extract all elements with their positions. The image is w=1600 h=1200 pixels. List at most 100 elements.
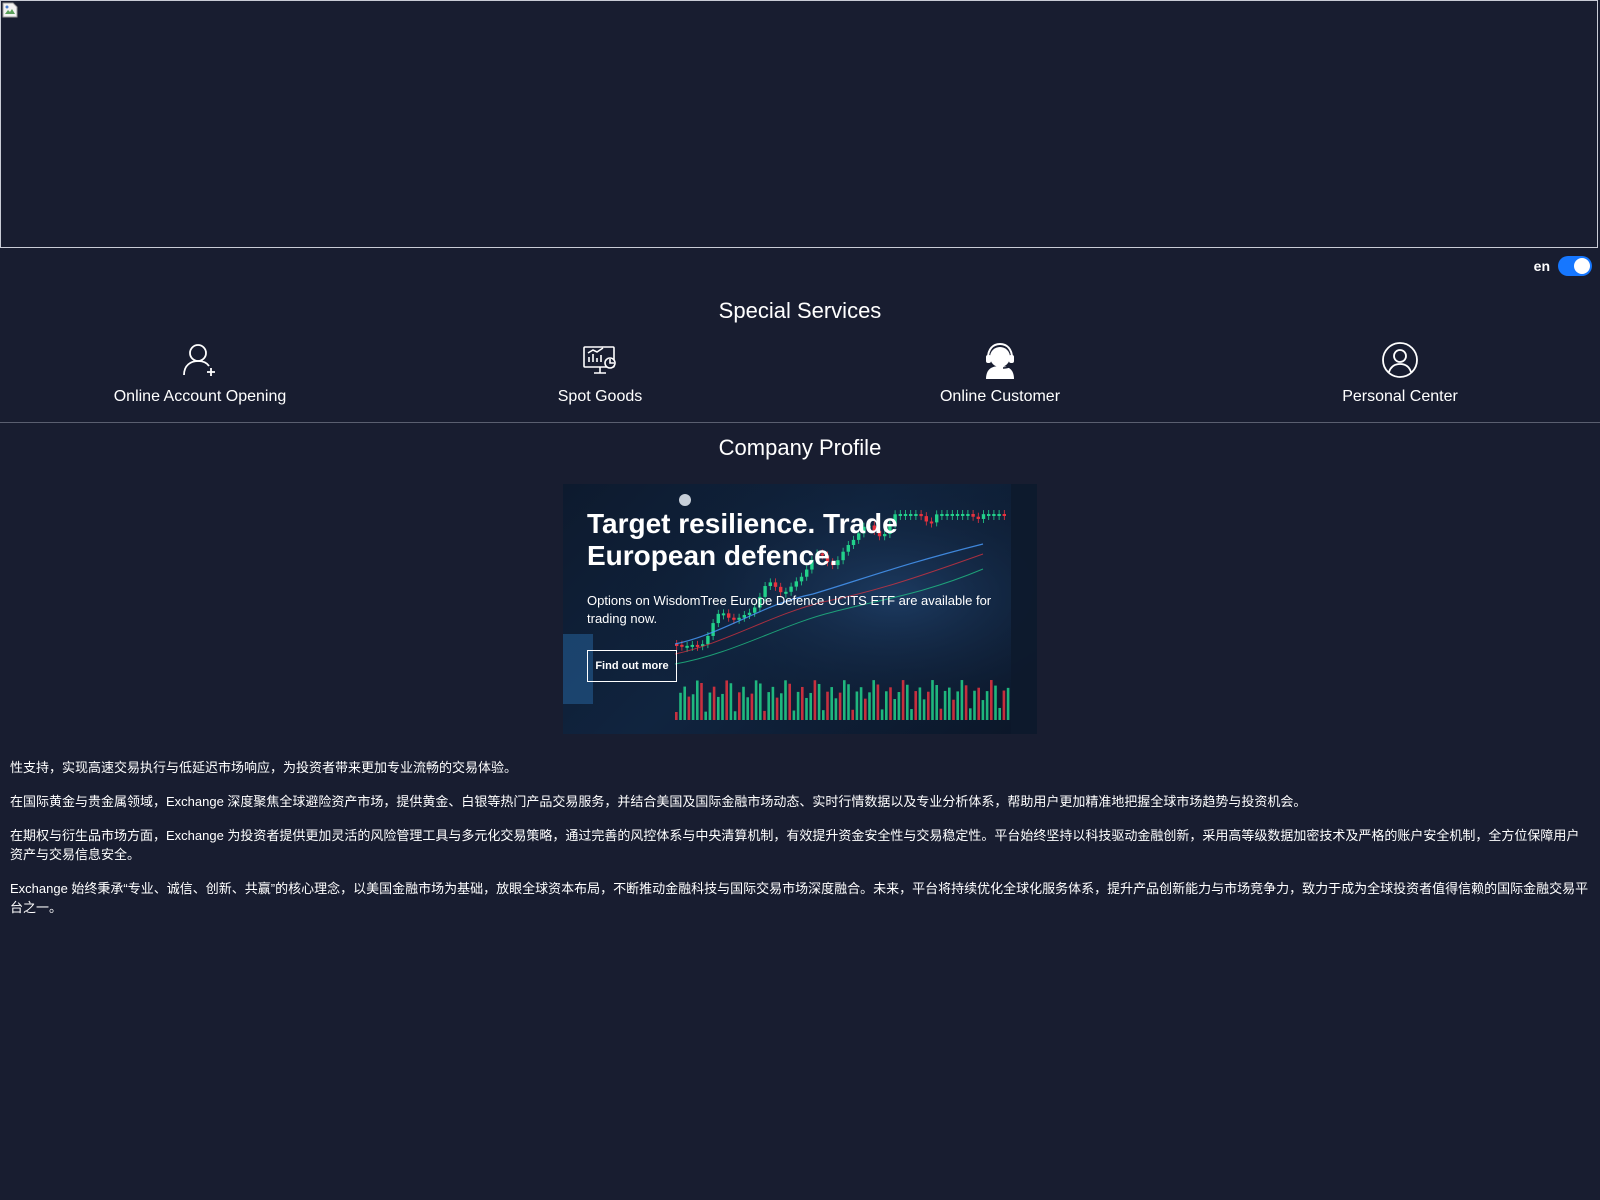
volume-bar [822,710,825,720]
volume-bar [948,687,951,720]
volume-bar [922,699,926,720]
language-label: en [1533,258,1550,274]
volume-bar [771,686,775,720]
volume-bar [985,691,989,720]
volume-bar [843,680,846,720]
chart-monitor-icon [580,340,620,380]
volume-bar [746,697,749,720]
find-out-more-button[interactable]: Find out more [587,650,677,682]
promo-subtext: Options on WisdomTree Europe Defence UCI… [587,593,992,626]
service-personal-center[interactable]: Personal Center [1200,340,1600,406]
service-online-account-opening[interactable]: Online Account Opening [0,340,400,406]
volume-bar [973,690,976,720]
volume-bar [717,696,720,720]
volume-bar [826,691,829,720]
volume-bar [1006,687,1010,720]
service-spot-goods[interactable]: Spot Goods [400,340,800,406]
volume-bar [834,698,838,720]
volume-bar [847,684,850,720]
volume-bar [910,709,913,720]
volume-bar [801,686,804,720]
volume-bar [704,711,707,720]
volume-bar [750,693,754,720]
volume-bar [675,712,678,720]
service-label: Personal Center [1342,388,1458,405]
promo-banner[interactable]: Target resilience. Trade European defenc… [563,484,1037,734]
volume-bar [927,691,930,720]
volume-bar [775,697,779,720]
volume-bar [956,691,959,720]
volume-bar [679,692,682,720]
volume-bar [838,692,842,720]
volume-bar [700,682,703,720]
volume-bar [939,708,943,720]
profile-paragraph: 在期权与衍生品市场方面，Exchange 为投资者提供更加灵活的风险管理工具与多… [10,828,1580,862]
volume-bar [708,692,712,720]
volume-bar [712,686,716,720]
volume-bar [969,708,972,720]
volume-bar [729,683,733,720]
volume-bar [918,687,922,720]
user-circle-icon [1380,340,1420,380]
volume-bar [864,698,867,720]
promo-headline: Target resilience. Trade European defenc… [587,508,898,571]
volume-bar [977,687,980,720]
volume-bar [780,693,783,720]
volume-bar [872,680,875,720]
service-label: Online Customer [939,388,1061,405]
profile-paragraph: Exchange 始终秉承“专业、诚信、创新、共赢”的核心理念，以美国金融市场为… [10,881,1589,915]
volume-bar [855,691,859,720]
volume-bar [805,697,808,720]
volume-bar [943,690,947,720]
volume-bar [691,694,695,720]
volume-bar [990,680,993,720]
special-services-title: Special Services [718,298,882,323]
company-profile-text: 性支持，实现高速交易执行与低延迟市场响应，为投资者带来更加专业流畅的交易体验。 … [10,758,1590,932]
volume-bar [763,710,766,720]
volume-bar [906,684,909,720]
volume-bar [885,691,888,720]
volume-bar [759,683,762,720]
volume-bar [784,680,787,720]
volume-bar [738,692,741,720]
volume-bar [809,692,812,720]
volume-bar [683,686,686,720]
volume-bar [994,685,997,720]
volume-bar [935,685,938,720]
volume-bar [742,686,745,720]
volume-bar [725,680,728,720]
service-online-customer[interactable]: Online Customer [800,340,1200,406]
volume-bar [792,710,796,720]
volume-bar [876,684,880,720]
volume-bar [788,683,791,720]
volume-bar [817,683,821,720]
volume-bar [960,680,964,720]
volume-bar [733,711,737,720]
section-divider [0,422,1600,423]
language-toggle[interactable] [1558,256,1592,276]
volume-bar [964,685,968,720]
company-profile-title: Company Profile [718,435,882,460]
toggle-knob [1574,258,1590,274]
volume-bar [901,680,905,720]
volume-bar [754,680,758,720]
service-label: Online Account Opening [113,388,287,405]
volume-bar [696,680,699,720]
services-row: Online Account Opening Spot Goods Online… [0,340,1600,406]
volume-bar [893,698,896,720]
volume-bar [931,680,934,720]
volume-bar [914,691,917,720]
volume-bar [1002,690,1006,720]
volume-bar [767,692,770,720]
volume-bar [796,691,800,720]
profile-paragraph: 性支持，实现高速交易执行与低延迟市场响应，为投资者带来更加专业流畅的交易体验。 [10,760,518,775]
volume-bar [889,687,892,720]
volume-bar [952,699,955,720]
volume-bar [981,700,985,720]
volume-bar [851,709,854,720]
volume-bar [813,680,817,720]
headset-agent-icon [980,340,1020,380]
volume-bar [998,707,1001,720]
volume-bar [859,687,863,720]
volume-bar [897,692,901,720]
